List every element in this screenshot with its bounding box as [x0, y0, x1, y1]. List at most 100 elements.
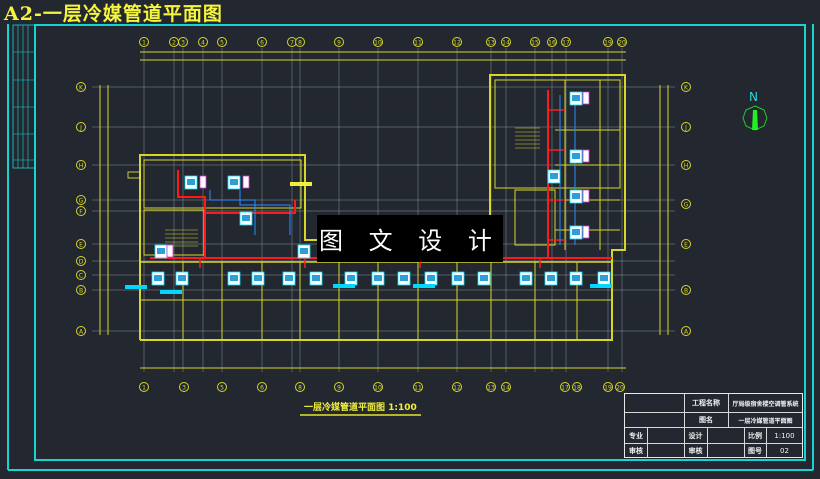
axis-bottom-19-label: 19: [604, 385, 612, 392]
axis-bottom-1-label: 1: [142, 385, 146, 392]
pipe-tag: [590, 284, 612, 288]
indoor-unit-coil: [522, 275, 530, 281]
equipment-tag: [127, 171, 141, 179]
room-wall: [143, 159, 302, 209]
axis-right-H-label: H: [684, 163, 689, 170]
axis-bottom-14-label: 14: [502, 385, 510, 392]
axis-top-1-label: 1: [142, 40, 146, 47]
review-label: 审核: [629, 447, 643, 455]
axis-top-17-label: 17: [562, 40, 570, 47]
indoor-unit-coil: [374, 275, 382, 281]
axis-top-5-label: 5: [220, 40, 224, 47]
axis-top-8-label: 8: [298, 40, 302, 47]
indoor-unit-coil: [285, 275, 293, 281]
major-label: 专业: [629, 431, 643, 440]
axis-top-19-label: 19: [604, 40, 612, 47]
axis-top-2-label: 2: [172, 40, 176, 47]
indoor-unit-coil: [572, 275, 580, 281]
axis-top-20-label: 20: [618, 40, 626, 47]
scale-label: 比例: [748, 431, 762, 440]
axis-left-B-label: B: [79, 288, 83, 295]
drawing-name-value: 一层冷媒管道平面图: [738, 417, 793, 425]
pipe-tag: [413, 284, 435, 288]
indoor-unit-coil: [312, 275, 320, 281]
refrigerant-distributor: [582, 189, 590, 203]
indoor-unit-coil: [254, 275, 262, 281]
drawing-name-label: 图名: [699, 416, 713, 424]
project-label: 工程名称: [692, 399, 720, 407]
drawing-number-value: 02: [780, 447, 789, 455]
axis-top-4-label: 4: [201, 40, 205, 47]
scale-value: 1:100: [774, 431, 795, 440]
axis-right-G-label: G: [684, 202, 689, 209]
axis-bottom-20-label: 20: [616, 385, 624, 392]
indoor-unit-coil: [550, 173, 558, 179]
north-label: N: [749, 90, 758, 104]
axis-top-10-label: 10: [374, 40, 382, 47]
axis-bottom-6-label: 6: [260, 385, 264, 392]
axis-left-J-label: J: [79, 125, 82, 132]
indoor-unit-coil: [600, 275, 608, 281]
indoor-unit-coil: [572, 153, 580, 159]
pipe-tag: [333, 284, 355, 288]
axis-bottom-11-label: 11: [414, 385, 422, 392]
axis-top-9-label: 9: [337, 40, 341, 47]
indoor-unit-coil: [572, 95, 580, 101]
axis-top-7-label: 7: [290, 40, 294, 47]
axis-bottom-3-label: 3: [182, 385, 186, 392]
project-value: 厅局级宿舍楼空调管系统: [732, 400, 799, 408]
axis-bottom-8-label: 8: [298, 385, 302, 392]
axis-bottom-18-label: 18: [573, 385, 581, 392]
indoor-unit-coil: [454, 275, 462, 281]
axis-top-15-label: 15: [531, 40, 539, 47]
indoor-unit-coil: [242, 215, 250, 221]
indoor-unit-coil: [154, 275, 162, 281]
indoor-unit-coil: [230, 275, 238, 281]
indoor-unit-coil: [187, 179, 195, 185]
refrigerant-distributor: [582, 91, 590, 105]
indoor-unit-coil: [480, 275, 488, 281]
axis-top-16-label: 16: [548, 40, 556, 47]
refrigerant-distributor: [582, 225, 590, 239]
drawing-title: A2-一层冷媒管道平面图: [4, 3, 223, 25]
drawing-number-label: 图号: [748, 447, 762, 455]
axis-bottom-12-label: 12: [453, 385, 461, 392]
axis-bottom-5-label: 5: [220, 385, 224, 392]
axis-bottom-9-label: 9: [337, 385, 341, 392]
axis-left-H-label: H: [79, 163, 84, 170]
indoor-unit-coil: [300, 248, 308, 254]
indoor-unit-coil: [572, 229, 580, 235]
axis-top-12-label: 12: [453, 40, 461, 47]
design-label: 设计: [688, 431, 703, 440]
watermark: 图 文 设 计: [317, 215, 503, 262]
indoor-unit-coil: [547, 275, 555, 281]
indoor-unit-coil: [427, 275, 435, 281]
axis-top-3-label: 3: [181, 40, 185, 47]
axis-left-G-label: G: [79, 198, 84, 205]
axis-top-13-label: 13: [487, 40, 495, 47]
equipment-tag: [290, 182, 312, 186]
pipe-tag: [160, 290, 182, 294]
axis-left-D-label: D: [79, 259, 84, 266]
indoor-unit-coil: [157, 248, 165, 254]
indoor-unit-coil: [347, 275, 355, 281]
divider: [647, 427, 648, 458]
refrigerant-distributor: [582, 149, 590, 163]
pipe-tag: [125, 285, 147, 289]
indoor-unit-coil: [400, 275, 408, 281]
axis-bottom-13-label: 13: [487, 385, 495, 392]
axis-right-J-label: J: [684, 125, 687, 132]
axis-left-F-label: F: [79, 209, 83, 216]
axis-left-E-label: E: [79, 242, 83, 249]
axis-right-B-label: B: [684, 288, 688, 295]
axis-top-14-label: 14: [502, 40, 510, 47]
plan-caption: 一层冷媒管道平面图 1:100: [300, 400, 421, 416]
refrigerant-distributor: [166, 244, 174, 258]
indoor-unit-coil: [178, 275, 186, 281]
title-block: 工程名称 厅局级宿舍楼空调管系统 图名 一层冷媒管道平面图 专业 设计 比例 1…: [624, 393, 803, 458]
divider: [707, 427, 708, 458]
axis-right-E-label: E: [684, 242, 688, 249]
axis-top-11-label: 11: [414, 40, 422, 47]
axis-bottom-17-label: 17: [561, 385, 569, 392]
revision-strip: [12, 24, 36, 169]
